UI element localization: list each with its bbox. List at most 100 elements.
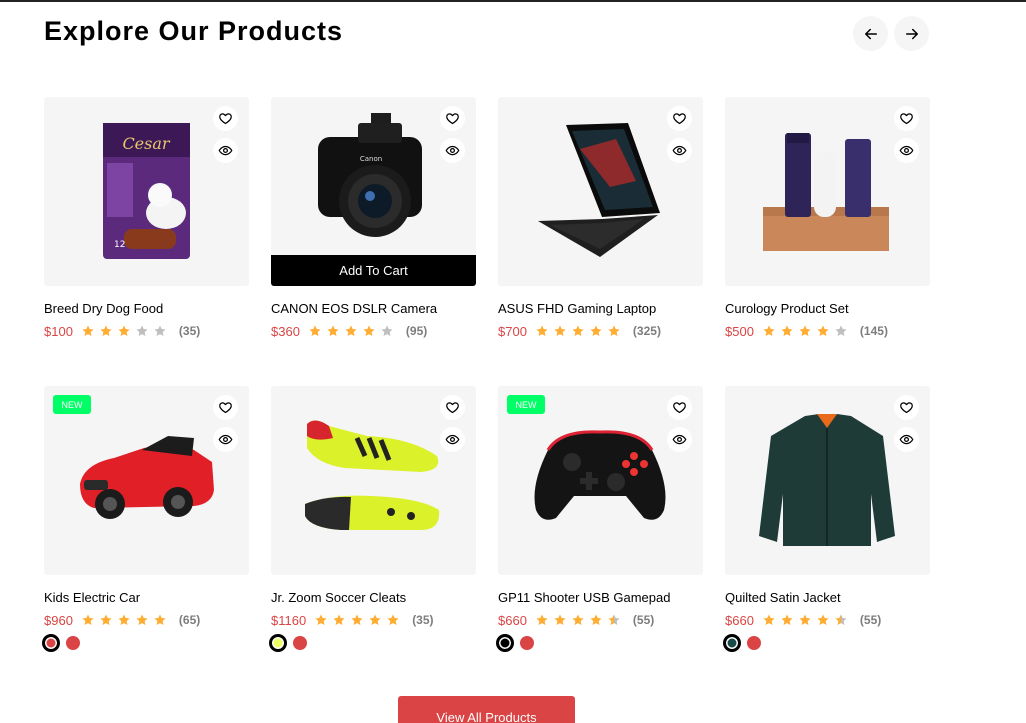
product-name[interactable]: GP11 Shooter USB Gamepad [498, 590, 703, 605]
quick-view-button[interactable] [667, 427, 692, 452]
new-badge: NEW [507, 395, 545, 414]
color-swatch[interactable] [747, 636, 761, 650]
rating-stars [762, 324, 852, 338]
product-name[interactable]: Kids Electric Car [44, 590, 249, 605]
product-image-box[interactable] [498, 97, 703, 286]
product-image-box[interactable]: Canon Add To Cart [271, 97, 476, 286]
star-icon [554, 614, 566, 626]
star-icon [82, 325, 94, 337]
star-icon [363, 325, 375, 337]
review-count: (65) [178, 613, 201, 627]
product-price: $960 [44, 612, 73, 628]
wishlist-button[interactable] [213, 106, 238, 131]
heart-icon [446, 402, 459, 414]
color-swatch[interactable] [498, 636, 512, 650]
review-count: (95) [405, 324, 428, 338]
product-image-box[interactable] [725, 97, 930, 286]
product-card[interactable]: Canon Add To Cart CANON EOS DSLR Camera … [271, 97, 476, 347]
wishlist-button[interactable] [440, 395, 465, 420]
prev-button[interactable] [853, 16, 888, 51]
quick-view-button[interactable] [667, 138, 692, 163]
rating-stars [81, 613, 171, 627]
wishlist-button[interactable] [894, 395, 919, 420]
quick-view-button[interactable] [213, 427, 238, 452]
rating-stars [308, 324, 398, 338]
star-icon [154, 614, 166, 626]
product-card[interactable]: NEW Kids Electric Car $960 (65) [44, 386, 249, 650]
color-swatch[interactable] [66, 636, 80, 650]
star-icon [387, 614, 399, 626]
quick-view-button[interactable] [894, 138, 919, 163]
product-image-box[interactable] [725, 386, 930, 575]
product-card[interactable]: ASUS FHD Gaming Laptop $700 (325) [498, 97, 703, 347]
product-card[interactable]: Jr. Zoom Soccer Cleats $1160 (35) [271, 386, 476, 650]
quick-view-button[interactable] [213, 138, 238, 163]
top-border [0, 0, 1026, 2]
product-price: $100 [44, 323, 73, 339]
svg-text:Canon: Canon [360, 155, 382, 163]
color-options [44, 636, 249, 650]
color-swatch[interactable] [725, 636, 739, 650]
color-options [271, 636, 476, 650]
eye-icon [218, 434, 233, 445]
product-price: $360 [271, 323, 300, 339]
star-icon [554, 325, 566, 337]
wishlist-button[interactable] [667, 395, 692, 420]
star-icon [590, 614, 602, 626]
rating-stars [762, 613, 852, 627]
review-count: (55) [859, 613, 882, 627]
section-title: Explore Our Products [44, 16, 344, 46]
product-price: $660 [498, 612, 527, 628]
product-name[interactable]: Curology Product Set [725, 301, 930, 316]
color-swatch[interactable] [293, 636, 307, 650]
wishlist-button[interactable] [667, 106, 692, 131]
product-image-box[interactable]: NEW [498, 386, 703, 575]
star-icon [835, 614, 847, 626]
add-to-cart-button[interactable]: Add To Cart [271, 255, 476, 286]
product-card[interactable]: Cesar 12 Breed Dry Dog Food $100 (35) [44, 97, 249, 347]
arrow-left-icon [864, 28, 877, 39]
quick-view-button[interactable] [440, 427, 465, 452]
product-card[interactable]: Curology Product Set $500 (145) [725, 97, 930, 347]
product-image-box[interactable]: Cesar 12 [44, 97, 249, 286]
star-icon [763, 325, 775, 337]
star-icon [315, 614, 327, 626]
star-icon [136, 325, 148, 337]
eye-icon [445, 145, 460, 156]
product-name[interactable]: Breed Dry Dog Food [44, 301, 249, 316]
color-swatch[interactable] [271, 636, 285, 650]
quick-view-button[interactable] [894, 427, 919, 452]
product-card[interactable]: NEW GP11 Shooter USB Gamepad $660 (55) [498, 386, 703, 650]
wishlist-button[interactable] [894, 106, 919, 131]
eye-icon [899, 434, 914, 445]
product-name[interactable]: Jr. Zoom Soccer Cleats [271, 590, 476, 605]
star-icon [572, 325, 584, 337]
color-swatch[interactable] [520, 636, 534, 650]
product-image-box[interactable]: NEW [44, 386, 249, 575]
next-button[interactable] [894, 16, 929, 51]
star-icon [817, 325, 829, 337]
color-swatch[interactable] [44, 636, 58, 650]
star-icon [817, 614, 829, 626]
eye-icon [899, 145, 914, 156]
new-badge: NEW [53, 395, 91, 414]
product-card[interactable]: Quilted Satin Jacket $660 (55) [725, 386, 930, 650]
heart-icon [900, 402, 913, 414]
product-name[interactable]: Quilted Satin Jacket [725, 590, 930, 605]
eye-icon [672, 145, 687, 156]
heart-icon [219, 402, 232, 414]
view-all-products-button[interactable]: View All Products [398, 696, 575, 723]
product-image-box[interactable] [271, 386, 476, 575]
wishlist-button[interactable] [213, 395, 238, 420]
wishlist-button[interactable] [440, 106, 465, 131]
product-name[interactable]: ASUS FHD Gaming Laptop [498, 301, 703, 316]
svg-text:12: 12 [114, 240, 125, 250]
star-icon [536, 325, 548, 337]
rating-stars [81, 324, 171, 338]
star-icon [781, 325, 793, 337]
quick-view-button[interactable] [440, 138, 465, 163]
eye-icon [218, 145, 233, 156]
star-icon [345, 325, 357, 337]
star-icon [799, 614, 811, 626]
product-name[interactable]: CANON EOS DSLR Camera [271, 301, 476, 316]
